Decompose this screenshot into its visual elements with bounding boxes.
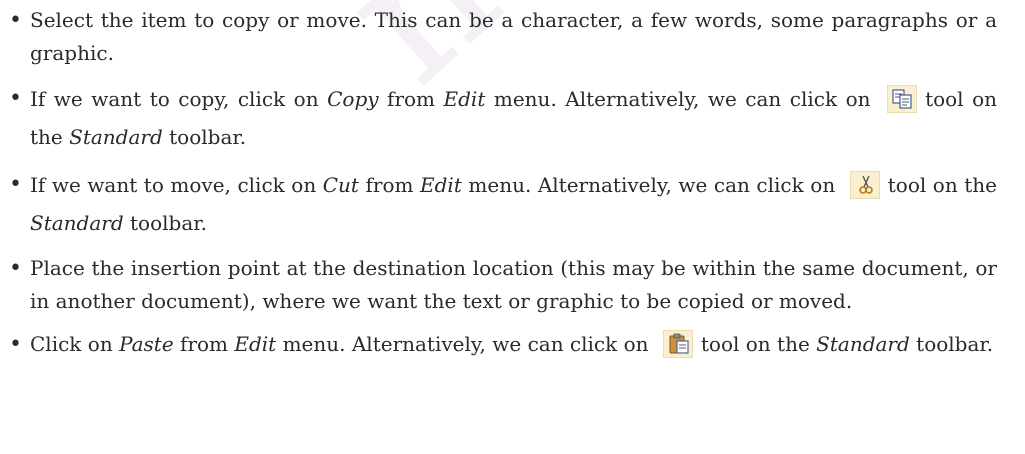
bullet-text: toolbar. bbox=[123, 211, 207, 235]
bullet-dot: • bbox=[9, 172, 22, 197]
bullet-dot: • bbox=[9, 8, 22, 33]
edit-menu-ref: Edit bbox=[443, 87, 486, 111]
standard-toolbar-ref: Standard bbox=[816, 332, 910, 356]
bullet-text: from bbox=[173, 332, 235, 356]
bullet-cut: • If we want to move, click on Cut from … bbox=[0, 166, 1025, 242]
bullet-copy: • If we want to copy, click on Copy from… bbox=[0, 80, 1025, 156]
paste-icon bbox=[662, 330, 693, 358]
copy-icon bbox=[887, 85, 918, 113]
bullet-text: from bbox=[378, 87, 444, 111]
bullet-text: tool on the bbox=[887, 173, 997, 197]
copy-menu-item-ref: Copy bbox=[327, 87, 379, 111]
standard-toolbar-ref: Standard bbox=[30, 211, 124, 235]
bullet-text: menu. Alternatively, we can click on bbox=[461, 173, 836, 197]
bullet-dot: • bbox=[9, 256, 22, 281]
bullet-dot: • bbox=[9, 86, 22, 111]
bullet-dot: • bbox=[9, 332, 22, 357]
bullet-text: Click on bbox=[30, 332, 120, 356]
document-page: not to be • Select the item to copy or m… bbox=[0, 0, 1025, 454]
bullet-text: menu. Alternatively, we can click on bbox=[485, 87, 871, 111]
edit-menu-ref: Edit bbox=[420, 173, 462, 197]
bullet-text: If we want to copy, click on bbox=[30, 87, 328, 111]
edit-menu-ref: Edit bbox=[234, 332, 277, 356]
bullet-select-item: • Select the item to copy or move. This … bbox=[0, 4, 1025, 70]
bullet-text: Select the item to copy or move. This ca… bbox=[30, 8, 997, 65]
cut-menu-item-ref: Cut bbox=[322, 173, 359, 197]
bullet-text: toolbar. bbox=[162, 125, 247, 149]
bullet-text: toolbar. bbox=[909, 332, 994, 356]
bullet-text: from bbox=[358, 173, 421, 197]
bullet-text: tool on the bbox=[700, 332, 817, 356]
bullet-text: Place the insertion point at the destina… bbox=[30, 256, 997, 313]
standard-toolbar-ref: Standard bbox=[69, 125, 163, 149]
bullet-text: menu. Alternatively, we can click on bbox=[276, 332, 649, 356]
paste-menu-item-ref: Paste bbox=[119, 332, 174, 356]
bullet-insertion-point: • Place the insertion point at the desti… bbox=[0, 252, 1025, 318]
bullet-text: If we want to move, click on bbox=[30, 173, 323, 197]
bullet-paste: • Click on Paste from Edit menu. Alterna… bbox=[0, 328, 1025, 361]
bullet-list: • Select the item to copy or move. This … bbox=[0, 4, 1025, 361]
cut-icon bbox=[849, 171, 880, 199]
